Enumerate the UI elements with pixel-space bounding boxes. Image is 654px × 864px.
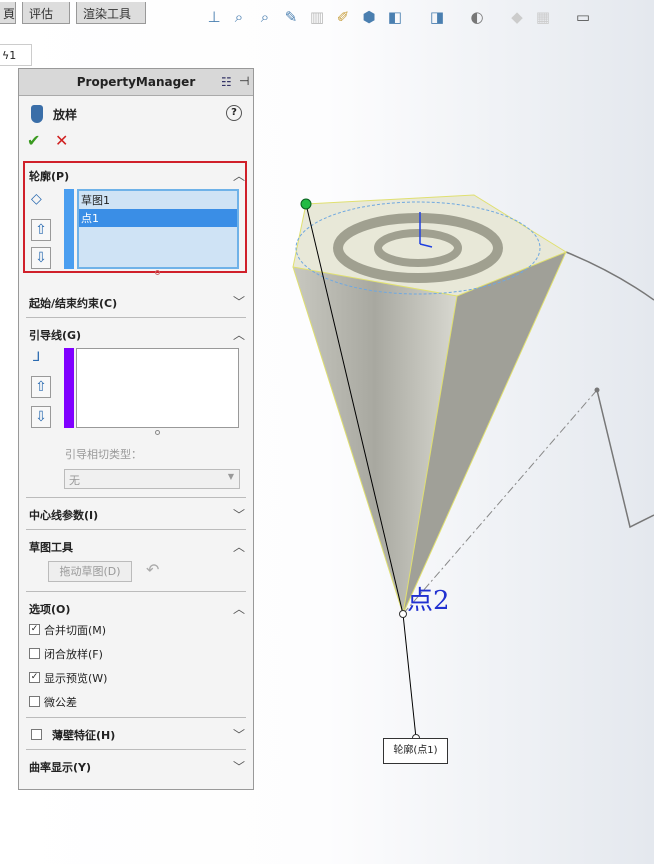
chevron-up-icon[interactable]: ︿ [233, 538, 245, 555]
tangency-value: 无 [69, 474, 80, 487]
drag-sketch-button[interactable]: 拖动草图(D) [48, 561, 132, 582]
micro-tolerance-label: 微公差 [44, 696, 77, 709]
chevron-down-icon[interactable]: ﹀ [233, 726, 245, 743]
guide-curves-header[interactable]: 引导线(G) [29, 327, 81, 343]
options-header[interactable]: 选项(O) [29, 601, 70, 617]
feature-title: 放样 [53, 108, 78, 122]
chevron-down-icon[interactable]: ﹀ [233, 506, 245, 523]
curvature-display-header[interactable]: 曲率显示(Y) [29, 759, 91, 775]
loft-icon [31, 105, 43, 123]
chevron-up-icon[interactable]: ︿ [233, 167, 245, 184]
profile-select-icon: ◇ [31, 191, 42, 207]
ok-check-icon[interactable]: ✔ [27, 131, 40, 150]
thin-feature-checkbox[interactable] [31, 729, 42, 740]
guides-list[interactable] [76, 348, 239, 428]
move-down-button[interactable]: ⇩ [31, 247, 51, 269]
undo-icon[interactable]: ↶ [146, 560, 159, 579]
guide-color-bar [64, 348, 74, 428]
cancel-x-icon[interactable]: ✕ [55, 131, 68, 150]
list-item[interactable]: 草图1 [79, 191, 237, 209]
profile-callout[interactable]: 轮廓(点1) [383, 738, 448, 764]
point1-handle [300, 198, 312, 210]
guide-polyline [596, 389, 654, 529]
chevron-down-icon[interactable]: ﹀ [233, 758, 245, 775]
tangency-type-label: 引导相切类型： [65, 448, 142, 461]
guide-move-down-button[interactable]: ⇩ [31, 406, 51, 428]
sketch-tools-header[interactable]: 草图工具 [29, 539, 73, 555]
close-loft-checkbox[interactable] [29, 648, 40, 659]
help-icon[interactable]: ? [226, 105, 242, 121]
profile-color-bar [64, 189, 74, 269]
start-end-constraints-header[interactable]: 起始/结束约束(C) [29, 295, 117, 311]
merge-tangent-label: 合并切面(M) [44, 624, 107, 637]
chevron-down-icon[interactable]: ﹀ [233, 293, 245, 310]
property-manager: PropertyManager ☷ ⊣ 放样 ? ✔ ✕ 轮廓(P) ︿ ◇ ⇧… [18, 68, 254, 790]
merge-tangent-checkbox[interactable]: ✓ [29, 624, 40, 635]
centerline-params-header[interactable]: 中心线参数(I) [29, 507, 98, 523]
profiles-list[interactable]: 草图1 点1 [77, 189, 239, 269]
close-loft-label: 闭合放样(F) [44, 648, 103, 661]
show-preview-checkbox[interactable]: ✓ [29, 672, 40, 683]
chevron-up-icon[interactable]: ︿ [233, 600, 245, 617]
profiles-header[interactable]: 轮廓(P) [29, 168, 69, 184]
chevron-up-icon[interactable]: ︿ [233, 326, 245, 343]
point2-label: 点2 [407, 586, 450, 616]
move-up-button[interactable]: ⇧ [31, 219, 51, 241]
list-item-selected[interactable]: 点1 [79, 209, 237, 227]
thin-feature-header[interactable]: 薄壁特征(H) [52, 727, 115, 743]
pm-title: PropertyManager [19, 69, 253, 96]
pm-layout-icon[interactable]: ☷ [221, 75, 232, 89]
micro-tolerance-checkbox[interactable] [29, 696, 40, 707]
tangency-type-select[interactable]: 无 ▼ [64, 469, 240, 489]
guide-move-up-button[interactable]: ⇧ [31, 376, 51, 398]
guide-curve [565, 251, 654, 301]
show-preview-label: 显示预览(W) [44, 672, 108, 685]
point2-handle [399, 610, 407, 618]
pin-icon[interactable]: ⊣ [239, 74, 249, 88]
guide-curve-icon: ⅃ [33, 350, 41, 365]
